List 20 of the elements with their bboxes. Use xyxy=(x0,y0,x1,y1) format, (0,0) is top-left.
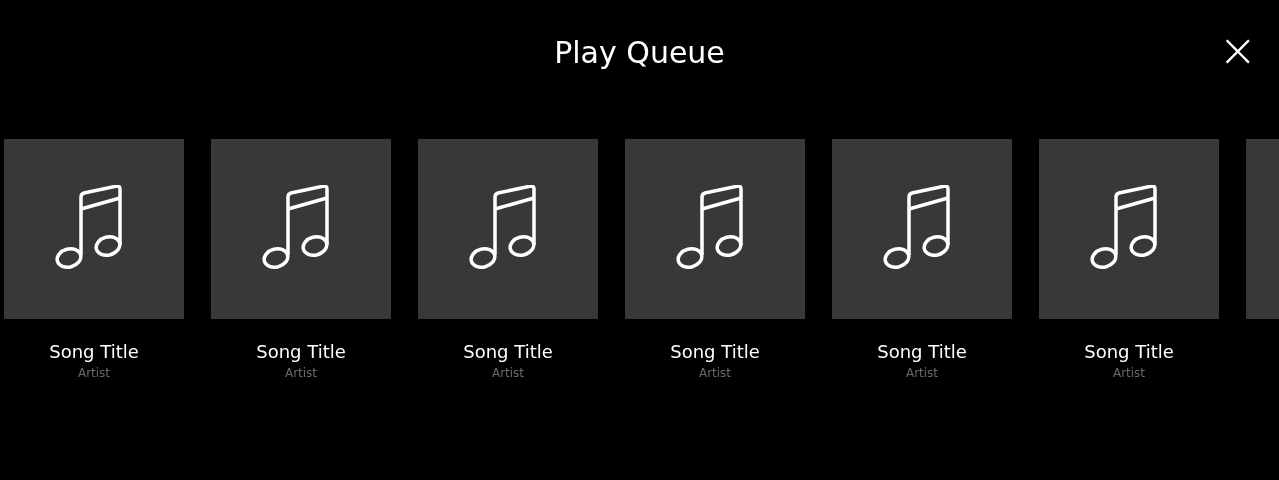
artist-name: Artist xyxy=(284,366,318,380)
album-art-tile[interactable] xyxy=(832,139,1012,319)
artist-name: Artist xyxy=(77,366,111,380)
album-art-tile[interactable] xyxy=(1039,139,1219,319)
song-title: Song Title xyxy=(49,341,139,362)
song-title: Song Title xyxy=(877,341,967,362)
artist-name: Artist xyxy=(905,366,939,380)
artist-name: Artist xyxy=(698,366,732,380)
album-art-tile[interactable] xyxy=(211,139,391,319)
song-title: Song Title xyxy=(256,341,346,362)
artist-name: Artist xyxy=(1112,366,1146,380)
album-art-tile[interactable] xyxy=(418,139,598,319)
song-title: Song Title xyxy=(1084,341,1174,362)
page-title: Play Queue xyxy=(554,34,725,72)
song-title: Song Title xyxy=(670,341,760,362)
close-button[interactable]: × xyxy=(1214,28,1261,72)
artist-name: Artist xyxy=(491,366,525,380)
album-art-tile[interactable] xyxy=(4,139,184,319)
song-title: Song Title xyxy=(463,341,553,362)
album-art-tile[interactable] xyxy=(625,139,805,319)
